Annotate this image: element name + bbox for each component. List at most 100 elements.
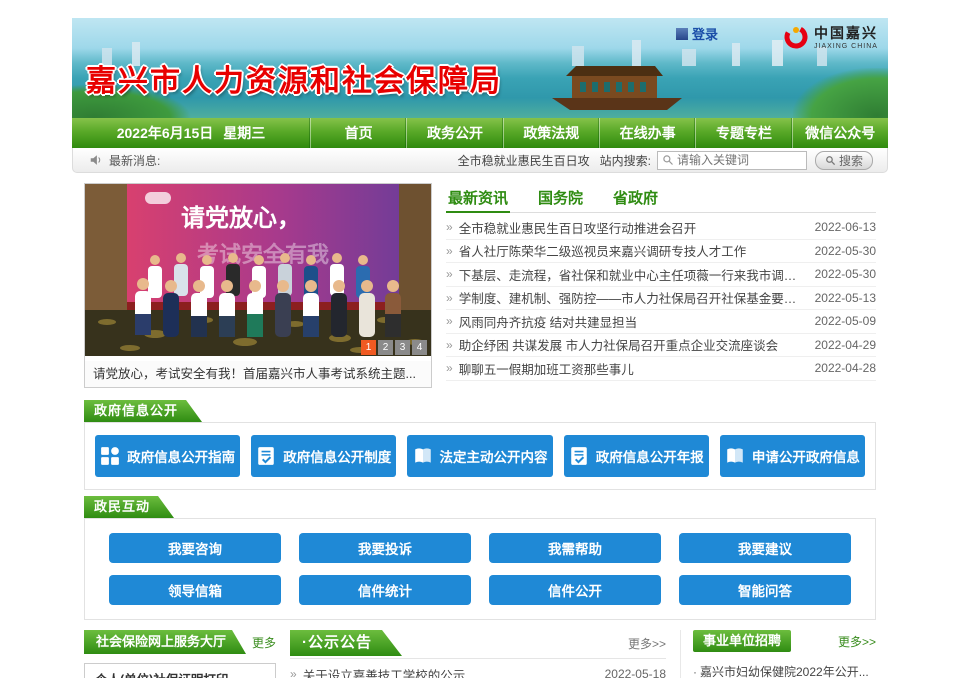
search-input[interactable] xyxy=(677,153,792,167)
news-title: 省人社厅陈荣华二级巡视员来嘉兴调研专技人才工作 xyxy=(459,241,805,260)
bullet-icon: · xyxy=(693,665,697,678)
logo-title: 中国嘉兴 xyxy=(814,23,878,43)
carousel-page-1[interactable]: 1 xyxy=(361,340,376,355)
nav-item-special-columns[interactable]: 专题专栏 xyxy=(695,118,791,148)
speaker-icon xyxy=(89,153,103,167)
news-row[interactable]: » 风雨同舟齐抗疫 结对共建显担当 2022-05-09 xyxy=(446,310,876,334)
tab-state-council[interactable]: 国务院 xyxy=(536,183,585,212)
page-container: 嘉兴市人力资源和社会保障局 登录 中国嘉兴 JIAXING CHINA 2022… xyxy=(72,0,888,678)
nav-item-wechat[interactable]: 微信公众号 xyxy=(792,118,888,148)
search-button[interactable]: 搜索 xyxy=(815,151,873,170)
recruitment-header: 事业单位招聘 更多>> xyxy=(693,630,876,652)
jiaxing-logo-icon xyxy=(783,24,809,50)
current-weekday: 星期三 xyxy=(223,123,265,143)
news-row[interactable]: » 助企纾困 共谋发展 市人力社保局召开重点企业交流座谈会 2022-04-29 xyxy=(446,334,876,358)
announcement-title: 关于设立嘉善技工学校的公示 xyxy=(303,665,595,678)
social-insurance-header: 社会保险网上服务大厅 更多 xyxy=(84,630,276,654)
login-label: 登录 xyxy=(692,24,718,43)
book-icon xyxy=(413,446,433,466)
book-icon xyxy=(725,446,745,466)
news-title: 助企纾困 共谋发展 市人力社保局召开重点企业交流座谈会 xyxy=(459,335,805,354)
letter-statistics-button[interactable]: 信件统计 xyxy=(299,575,471,605)
social-insurance-more-link[interactable]: 更多 xyxy=(252,634,276,651)
suggestion-button[interactable]: 我要建议 xyxy=(679,533,851,563)
carousel-caption[interactable]: 请党放心，考试安全有我！首届嘉兴市人事考试系统主题... xyxy=(85,361,431,387)
info-statutory-button[interactable]: 法定主动公开内容 xyxy=(407,435,552,477)
news-ticker-bar: 最新消息: 全市稳就业惠民生百日攻 站内搜索: 搜索 xyxy=(72,148,888,173)
info-apply-label: 申请公开政府信息 xyxy=(752,446,860,466)
info-system-label: 政府信息公开制度 xyxy=(283,446,391,466)
current-date: 2022年6月15日 xyxy=(117,123,214,143)
help-button[interactable]: 我需帮助 xyxy=(489,533,661,563)
news-date: 2022-06-13 xyxy=(815,220,876,234)
announcements-more-link[interactable]: 更多>> xyxy=(628,635,666,652)
nav-item-policies[interactable]: 政策法规 xyxy=(503,118,599,148)
doc-check-icon xyxy=(256,446,276,466)
info-apply-button[interactable]: 申请公开政府信息 xyxy=(720,435,865,477)
news-title: 风雨同舟齐抗疫 结对共建显担当 xyxy=(459,312,805,331)
news-date: 2022-05-09 xyxy=(815,314,876,328)
news-title: 全市稳就业惠民生百日攻坚行动推进会召开 xyxy=(459,218,805,237)
ticker-scrolling-text[interactable]: 全市稳就业惠民生百日攻 xyxy=(458,152,590,169)
carousel-page-3[interactable]: 3 xyxy=(395,340,410,355)
smart-qa-button[interactable]: 智能问答 xyxy=(679,575,851,605)
main-content-row: 请党放心， 考试安全有我 xyxy=(72,173,888,394)
announcement-arrow-icon: » xyxy=(290,667,297,678)
login-link[interactable]: 登录 xyxy=(676,24,718,43)
recruitment-item[interactable]: ·嘉兴市妇幼保健院2022年公开... xyxy=(693,660,876,678)
news-row[interactable]: » 下基层、走流程，省社保和就业中心主任项薇一行来我市调研“国统”上线情况 20… xyxy=(446,263,876,287)
bottom-row: 社会保险网上服务大厅 更多 个人(单位)社保证明打印 办事指南 ·公示公告 更多… xyxy=(72,620,888,678)
grid-icon xyxy=(100,446,120,466)
recruitment-more-link[interactable]: 更多>> xyxy=(838,633,876,650)
info-disclosure-title: 政府信息公开 xyxy=(84,400,202,422)
site-banner: 嘉兴市人力资源和社会保障局 登录 中国嘉兴 JIAXING CHINA xyxy=(72,18,888,118)
news-date: 2022-04-28 xyxy=(815,361,876,375)
info-annual-report-label: 政府信息公开年报 xyxy=(596,446,704,466)
photo-carousel[interactable]: 请党放心， 考试安全有我 xyxy=(84,183,432,388)
recruitment-column: 事业单位招聘 更多>> ·嘉兴市妇幼保健院2022年公开... ·2022年嘉兴… xyxy=(680,630,876,678)
info-system-button[interactable]: 政府信息公开制度 xyxy=(251,435,396,477)
info-disclosure-buttons: 政府信息公开指南 政府信息公开制度 法定主动公开内容 xyxy=(84,422,876,490)
interaction-section: 政民互动 我要咨询 我要投诉 我需帮助 我要建议 领导信箱 信件统计 信件公开 … xyxy=(84,496,876,620)
info-annual-report-button[interactable]: 政府信息公开年报 xyxy=(564,435,709,477)
carousel-page-2[interactable]: 2 xyxy=(378,340,393,355)
search-input-wrap xyxy=(657,151,807,170)
nav-item-online-services[interactable]: 在线办事 xyxy=(599,118,695,148)
site-search-label: 站内搜索: xyxy=(600,152,651,169)
main-nav: 2022年6月15日 星期三 首页 政务公开 政策法规 在线办事 专题专栏 微信… xyxy=(72,118,888,148)
nav-date-block: 2022年6月15日 星期三 xyxy=(72,118,310,148)
interaction-title: 政民互动 xyxy=(84,496,174,518)
news-row[interactable]: » 聊聊五一假期加班工资那些事儿 2022-04-28 xyxy=(446,357,876,381)
carousel-photo: 请党放心， 考试安全有我 xyxy=(85,184,431,356)
complaint-button[interactable]: 我要投诉 xyxy=(299,533,471,563)
news-date: 2022-05-13 xyxy=(815,291,876,305)
news-date: 2022-04-29 xyxy=(815,338,876,352)
tab-provincial-gov[interactable]: 省政府 xyxy=(611,183,660,212)
tab-latest-news[interactable]: 最新资讯 xyxy=(446,183,510,212)
announcements-header: ·公示公告 更多>> xyxy=(290,630,666,659)
letter-disclosure-button[interactable]: 信件公开 xyxy=(489,575,661,605)
banner-trees-right xyxy=(793,68,888,118)
jiaxing-logo[interactable]: 中国嘉兴 JIAXING CHINA xyxy=(783,23,878,50)
consult-button[interactable]: 我要咨询 xyxy=(109,533,281,563)
news-list: » 全市稳就业惠民生百日攻坚行动推进会召开 2022-06-13 » 省人社厅陈… xyxy=(446,216,876,381)
announcement-date: 2022-05-18 xyxy=(605,667,666,678)
nav-item-home[interactable]: 首页 xyxy=(310,118,406,148)
news-arrow-icon: » xyxy=(446,220,453,234)
info-guide-button[interactable]: 政府信息公开指南 xyxy=(95,435,240,477)
jiaxing-logo-text: 中国嘉兴 JIAXING CHINA xyxy=(814,23,878,50)
carousel-page-4[interactable]: 4 xyxy=(412,340,427,355)
news-arrow-icon: » xyxy=(446,338,453,352)
announcement-row[interactable]: » 关于设立嘉善技工学校的公示 2022-05-18 xyxy=(290,663,666,678)
info-statutory-label: 法定主动公开内容 xyxy=(440,446,548,466)
news-row[interactable]: » 省人社厅陈荣华二级巡视员来嘉兴调研专技人才工作 2022-05-30 xyxy=(446,240,876,264)
carousel-pagination: 1 2 3 4 xyxy=(361,340,427,355)
nav-item-gov-affairs[interactable]: 政务公开 xyxy=(406,118,502,148)
news-tabs: 最新资讯 国务院 省政府 xyxy=(446,183,876,213)
news-arrow-icon: » xyxy=(446,314,453,328)
social-insurance-print-item[interactable]: 个人(单位)社保证明打印 xyxy=(84,663,276,678)
leader-mailbox-button[interactable]: 领导信箱 xyxy=(109,575,281,605)
news-row[interactable]: » 全市稳就业惠民生百日攻坚行动推进会召开 2022-06-13 xyxy=(446,216,876,240)
news-row[interactable]: » 学制度、建机制、强防控——市人力社保局召开社保基金要情专题学习会 2022-… xyxy=(446,287,876,311)
news-title: 学制度、建机制、强防控——市人力社保局召开社保基金要情专题学习会 xyxy=(459,288,805,307)
